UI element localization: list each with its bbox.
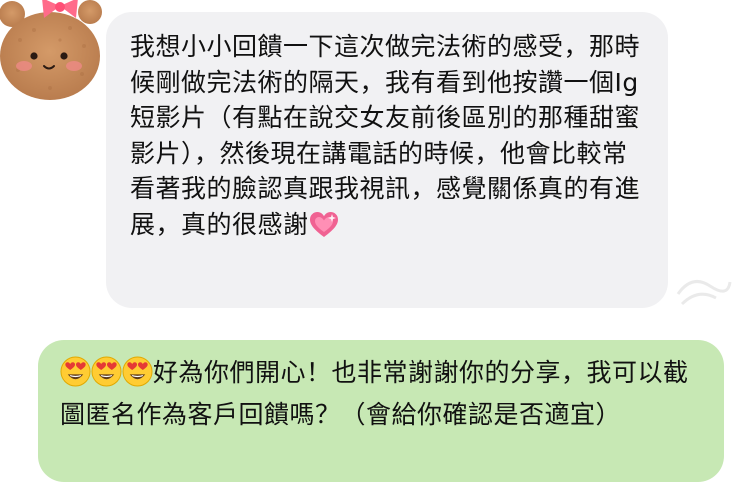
sparkling-heart-icon [309, 211, 339, 249]
heart-eyes-face-icon [60, 356, 91, 397]
outgoing-message-bubble[interactable]: 好為你們開心！也非常謝謝你的分享，我可以截圖匿名作為客戶回饋嗎？（會給你確認是否… [38, 340, 724, 482]
heart-eyes-face-icon [91, 356, 122, 397]
bear-avatar-icon [0, 0, 102, 100]
heart-eyes-face-icon [122, 356, 153, 397]
incoming-message-text: 我想小小回饋一下這次做完法術的感受，那時候剛做完法術的隔天，我有看到他按讚一個I… [130, 32, 641, 239]
incoming-message-bubble[interactable]: 我想小小回饋一下這次做完法術的感受，那時候剛做完法術的隔天，我有看到他按讚一個I… [106, 12, 668, 308]
faint-background-mark [672, 264, 734, 316]
contact-avatar[interactable] [0, 0, 104, 104]
outgoing-message-text: 好為你們開心！也非常謝謝你的分享，我可以截圖匿名作為客戶回饋嗎？（會給你確認是否… [60, 358, 689, 429]
